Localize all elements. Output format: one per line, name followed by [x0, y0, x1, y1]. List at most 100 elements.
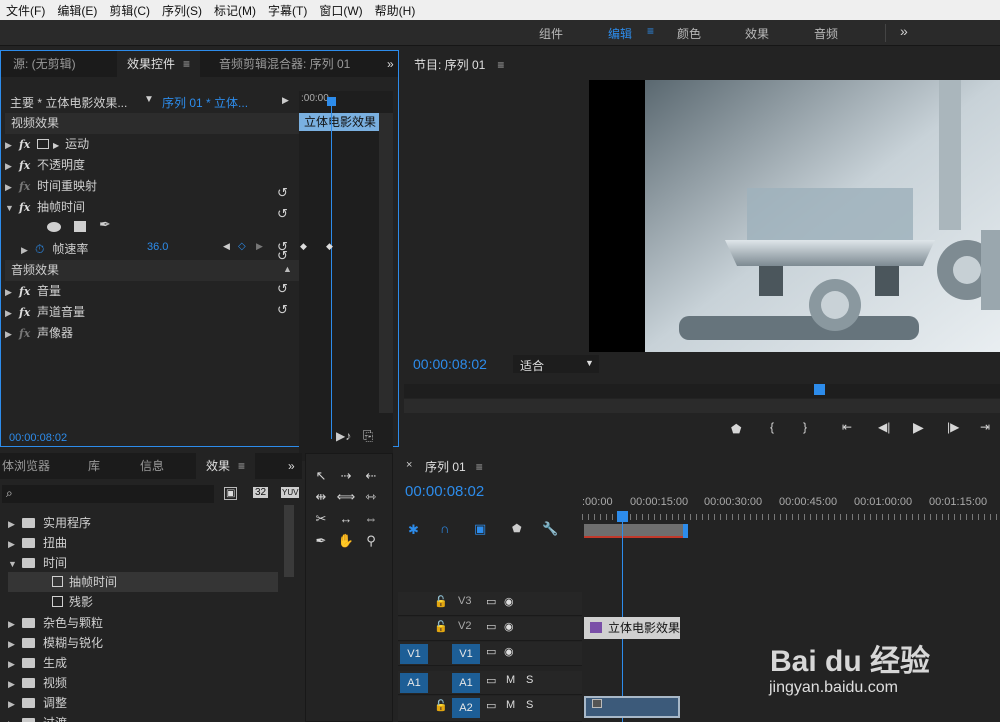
effect-row-motion[interactable]: ▶ fx ▶ 运动	[5, 134, 89, 154]
stopwatch-icon[interactable]: ⏱	[35, 242, 44, 256]
keyframe-icon[interactable]: ◆	[326, 241, 333, 252]
tab-menu-icon[interactable]: ≡	[238, 459, 245, 473]
workspace-effects[interactable]: 效果	[745, 25, 769, 42]
track-target-v1[interactable]: V1	[452, 644, 480, 664]
track-target-a2[interactable]: A2	[452, 698, 480, 718]
tab-libraries[interactable]: 库	[78, 453, 110, 479]
prev-keyframe-icon[interactable]: ◀	[223, 241, 230, 252]
ripple-edit-tool-icon[interactable]: ⇹	[310, 487, 332, 507]
lock-icon[interactable]: 🔓	[434, 620, 448, 633]
reset-icon[interactable]: ↺	[277, 281, 288, 297]
tree-folder-distort[interactable]: ▶ 扭曲	[8, 533, 278, 553]
tree-item-echo[interactable]: 残影	[8, 592, 278, 612]
linked-selection-icon[interactable]: ∩	[440, 521, 449, 536]
collapse-arrow-icon[interactable]: ▼	[8, 554, 22, 574]
menu-title[interactable]: 字幕(T)	[262, 2, 313, 19]
param-row-frame-rate[interactable]: ▶ ⏱ 帧速率	[21, 239, 88, 259]
track-header-v2[interactable]: 🔓 V2 ▭ ◉	[398, 617, 582, 641]
sync-lock-icon[interactable]: ▭	[486, 645, 496, 658]
effect-row-posterize-time[interactable]: ▼ fx 抽帧时间	[5, 197, 85, 217]
accelerated-filter-icon[interactable]: ▣	[224, 487, 238, 500]
expand-arrow-icon[interactable]: ▶	[8, 694, 22, 714]
reset-icon[interactable]: ↺	[277, 239, 288, 255]
ec-playhead-handle[interactable]	[327, 97, 336, 106]
tree-folder-transition[interactable]: ▶ 过渡	[8, 713, 278, 722]
tab-source[interactable]: 源: (无剪辑)	[3, 51, 86, 77]
menu-clip[interactable]: 剪辑(C)	[103, 2, 156, 19]
next-keyframe-icon[interactable]: ▶	[256, 241, 263, 252]
lock-icon[interactable]: 🔓	[434, 699, 448, 712]
expand-arrow-icon[interactable]: ▶	[8, 614, 22, 634]
track-header-a1[interactable]: A1 A1 ▭ M S	[398, 671, 582, 695]
tab-effect-controls[interactable]: 效果控件 ≡	[117, 51, 201, 77]
go-to-out-icon[interactable]: ⇥	[980, 420, 990, 434]
effect-row-opacity[interactable]: ▶ fx 不透明度	[5, 155, 85, 175]
fx-icon[interactable]: fx	[19, 198, 37, 218]
export-audio-icon[interactable]: ▶♪	[336, 429, 351, 443]
keyframe-icon[interactable]: ◆	[300, 241, 307, 252]
program-playhead[interactable]	[814, 384, 825, 395]
ec-scrollbar[interactable]	[379, 113, 393, 413]
tree-item-posterize-time[interactable]: 抽帧时间	[8, 572, 278, 592]
program-video-frame[interactable]	[589, 80, 1000, 352]
slide-tool-icon[interactable]: ⇔	[360, 509, 382, 529]
track-header-a2[interactable]: 🔓 A2 ▭ M S	[398, 696, 582, 722]
expand-arrow-icon[interactable]: ▶	[21, 240, 35, 260]
ec-timeline[interactable]: :00:00 立体电影效果 ◆ ◆	[299, 91, 393, 461]
expand-arrow-icon[interactable]: ▶	[8, 634, 22, 654]
timeline-timecode[interactable]: 00:00:08:02	[405, 483, 484, 500]
workspace-menu-icon[interactable]: ≡	[647, 24, 654, 38]
source-patch-a1[interactable]: A1	[400, 673, 428, 693]
workspace-audio[interactable]: 音频	[814, 25, 838, 42]
tab-effects[interactable]: 效果 ≡	[196, 453, 256, 479]
step-back-icon[interactable]: ◀|	[878, 420, 890, 434]
go-to-in-icon[interactable]: ⇤	[842, 420, 852, 434]
eye-icon[interactable]: ◉	[504, 620, 514, 633]
expand-arrow-icon[interactable]: ▶	[5, 177, 19, 197]
expand-arrow-icon[interactable]: ▶	[8, 714, 22, 722]
effect-row-volume[interactable]: ▶ fx 音量	[5, 281, 61, 301]
ellipse-mask-icon[interactable]	[47, 222, 61, 232]
frame-rate-value[interactable]: 36.0	[147, 241, 168, 253]
track-header-v3[interactable]: 🔓 V3 ▭ ◉	[398, 592, 582, 616]
workspace-editing[interactable]: 编辑	[608, 25, 632, 42]
work-area-handle[interactable]	[683, 524, 688, 538]
work-area-bar[interactable]	[584, 524, 684, 538]
lock-icon[interactable]: 🔓	[434, 595, 448, 608]
32bit-filter-icon[interactable]: 32	[253, 487, 269, 498]
collapse-arrow-icon[interactable]: ▼	[5, 198, 19, 218]
selection-tool-icon[interactable]: ↖	[310, 466, 332, 486]
mute-button[interactable]: M	[506, 699, 515, 711]
dropdown-arrow-icon[interactable]: ▼	[144, 94, 154, 105]
expand-arrow-icon[interactable]: ▶	[8, 514, 22, 534]
timeline-ruler[interactable]: :00:00 00:00:15:00 00:00:30:00 00:00:45:…	[582, 493, 1000, 523]
rolling-edit-tool-icon[interactable]: ⟺	[335, 487, 357, 507]
play-arrow-icon[interactable]: ▶	[282, 95, 289, 106]
expand-arrow-icon[interactable]: ▶	[8, 654, 22, 674]
tree-folder-video[interactable]: ▶ 视频	[8, 673, 278, 693]
razor-tool-icon[interactable]: ✂	[310, 509, 332, 529]
wrench-icon[interactable]: 🔧	[542, 521, 558, 537]
tab-info[interactable]: 信息	[130, 453, 174, 479]
tab-menu-icon[interactable]: ≡	[476, 460, 483, 474]
ec-playhead[interactable]	[331, 99, 332, 439]
pen-tool-icon[interactable]: ✒	[310, 531, 332, 551]
workspace-more-icon[interactable]: »	[900, 23, 908, 39]
timeline-tab[interactable]: 序列 01 ≡	[425, 458, 483, 475]
workspace-color[interactable]: 颜色	[677, 25, 701, 42]
menu-file[interactable]: 文件(F)	[0, 2, 51, 19]
solo-button[interactable]: S	[526, 699, 533, 711]
track-header-v1[interactable]: V1 V1 ▭ ◉	[398, 642, 582, 666]
tab-audio-clip-mixer[interactable]: 音频剪辑混合器: 序列 01	[209, 51, 360, 77]
expand-arrow-icon[interactable]: ▶	[8, 674, 22, 694]
ec-clip-bar[interactable]: 立体电影效果	[299, 113, 379, 131]
eye-icon[interactable]: ◉	[504, 595, 514, 608]
track-target-a1[interactable]: A1	[452, 673, 480, 693]
ec-timecode[interactable]: 00:00:08:02	[9, 432, 67, 444]
rate-stretch-tool-icon[interactable]: ⇿	[360, 487, 382, 507]
menu-marker[interactable]: 标记(M)	[208, 2, 262, 19]
program-zoom-bar[interactable]	[404, 399, 1000, 413]
yuv-filter-icon[interactable]: YUV	[281, 487, 300, 498]
reset-icon[interactable]: ↺	[277, 302, 288, 318]
panel-more-icon[interactable]: »	[377, 51, 404, 77]
